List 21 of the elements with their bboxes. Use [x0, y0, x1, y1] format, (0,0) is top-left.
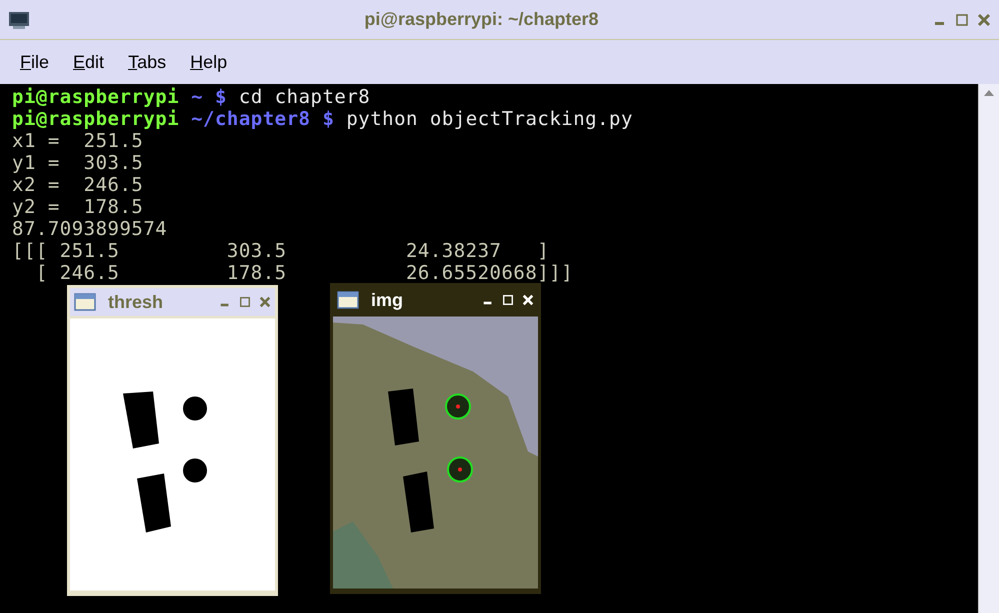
menu-item[interactable]: Tabs: [124, 48, 170, 76]
window-icon: [74, 293, 96, 311]
menu-item[interactable]: Edit: [69, 48, 108, 76]
menu-item[interactable]: File: [16, 48, 54, 76]
prompt-line: pi@raspberrypi ~/chapter8 $ python objectTracking.py: [12, 108, 634, 130]
output-line: x2 = 246.5: [12, 174, 144, 196]
window-icon: [337, 291, 359, 309]
output-line: x1 = 251.5: [12, 130, 144, 152]
scrollbar[interactable]: [978, 84, 999, 613]
scroll-up-icon[interactable]: [983, 88, 995, 98]
window-title: img: [371, 288, 404, 312]
output-line: y2 = 178.5: [12, 196, 144, 218]
terminal-icon: [8, 10, 30, 30]
window-title: thresh: [108, 290, 164, 314]
output-line: 87.7093899574: [12, 218, 168, 240]
menu-item[interactable]: Help: [186, 48, 232, 76]
prompt-line: pi@raspberrypi ~ $ cd chapter8: [12, 86, 372, 108]
window-title: pi@raspberrypi: ~/chapter8: [364, 8, 599, 31]
output-line: [ 246.5 178.5 26.65520668]]]: [34, 262, 574, 284]
output-line: [[[ 251.5 303.5 24.38237 ]: [12, 240, 550, 262]
output-line: y1 = 303.5: [12, 152, 144, 174]
